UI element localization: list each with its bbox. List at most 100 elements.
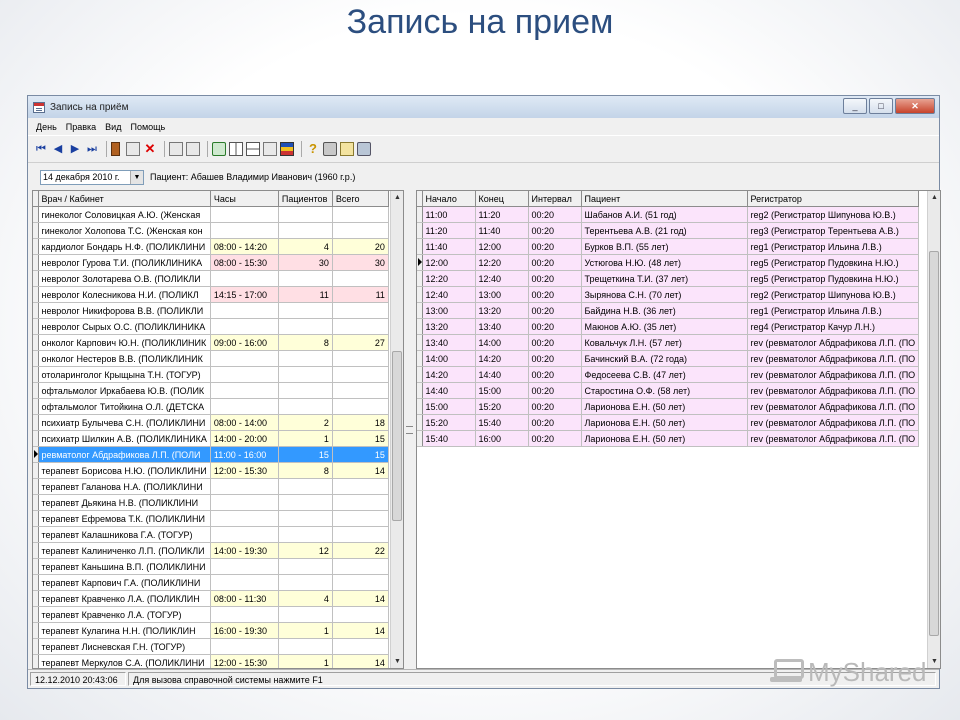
- doctor-row[interactable]: кардиолог Бондарь Н.Ф. (ПОЛИКЛИНИ 08:00 -…: [33, 238, 389, 255]
- preview-icon[interactable]: [340, 142, 354, 156]
- doctor-row[interactable]: отоларинголог Крыщына Т.Н. (ТОГУР): [33, 366, 389, 383]
- color-icon[interactable]: [280, 142, 294, 156]
- column-header-patient[interactable]: Пациент: [581, 191, 748, 207]
- column-header-interval[interactable]: Интервал: [528, 191, 582, 207]
- doctor-row[interactable]: терапевт Борисова Н.Ю. (ПОЛИКЛИНИ 12:00 -…: [33, 462, 389, 479]
- doctor-row[interactable]: онколог Нестеров В.В. (ПОЛИКЛИНИК: [33, 350, 389, 367]
- doctor-row[interactable]: офтальмолог Титойкина О.Л. (ДЕТСКА: [33, 398, 389, 415]
- doctor-row[interactable]: терапевт Калиниченко Л.П. (ПОЛИКЛИ 14:00 …: [33, 542, 389, 559]
- refresh-icon[interactable]: [212, 142, 226, 156]
- doctor-row[interactable]: терапевт Лисневская Г.Н. (ТОГУР): [33, 638, 389, 655]
- appointment-row[interactable]: 11:40 12:00 00:20 Бурков В.П. (55 лет) reg1 …: [417, 238, 920, 255]
- doctor-row[interactable]: терапевт Кулагина Н.Н. (ПОЛИКЛИН 16:00 - …: [33, 622, 389, 639]
- scroll-up-icon[interactable]: ▲: [391, 191, 403, 204]
- pane-splitter[interactable]: [404, 190, 416, 669]
- minimize-button[interactable]: _: [843, 98, 867, 114]
- doctor-total: [332, 302, 389, 319]
- appointment-row[interactable]: 14:40 15:00 00:20 Старостина О.Ф. (58 лет) r…: [417, 382, 920, 399]
- scroll-thumb[interactable]: [929, 251, 939, 636]
- appointment-row[interactable]: 13:20 13:40 00:20 Маюнов А.Ю. (35 лет) reg4 …: [417, 318, 920, 335]
- export-icon[interactable]: [263, 142, 277, 156]
- doctor-row[interactable]: терапевт Ефремова Т.К. (ПОЛИКЛИНИ: [33, 510, 389, 527]
- doctor-row[interactable]: невролог Гурова Т.И. (ПОЛИКЛИНИКА 08:00 -…: [33, 254, 389, 271]
- doctor-row[interactable]: гинеколог Холопова Т.С. (Женская кон: [33, 222, 389, 239]
- column-header-hours[interactable]: Часы: [210, 191, 279, 207]
- next-icon[interactable]: ▶: [68, 142, 82, 156]
- column-header-patients[interactable]: Пациентов: [278, 191, 333, 207]
- printer-icon[interactable]: [357, 142, 371, 156]
- row-indicator: [33, 382, 39, 399]
- doctor-row[interactable]: терапевт Каньшина В.П. (ПОЛИКЛИНИ: [33, 558, 389, 575]
- close-button[interactable]: ✕: [895, 98, 935, 114]
- date-dropdown[interactable]: 14 декабря 2010 г. ▼: [40, 169, 144, 185]
- doctor-row[interactable]: невролог Никифорова В.В. (ПОЛИКЛИ: [33, 302, 389, 319]
- appointment-interval: 00:20: [528, 414, 582, 431]
- appointment-row[interactable]: 11:00 11:20 00:20 Шабанов А.И. (51 год) reg2…: [417, 206, 920, 223]
- doctor-total: 30: [332, 254, 389, 271]
- doctor-row[interactable]: невролог Колесникова Н.И. (ПОЛИКЛ 14:15 -…: [33, 286, 389, 303]
- row-indicator: [33, 494, 39, 511]
- doctors-scrollbar[interactable]: ▲ ▼: [390, 191, 403, 668]
- doctor-row[interactable]: невролог Сырых О.С. (ПОЛИКЛИНИКА: [33, 318, 389, 335]
- doctor-patients: [278, 606, 333, 623]
- scroll-thumb[interactable]: [392, 351, 402, 521]
- doctor-row[interactable]: психиатр Булычева С.Н. (ПОЛИКЛИНИ 08:00 -…: [33, 414, 389, 431]
- scroll-up-icon[interactable]: ▲: [928, 191, 940, 204]
- appointment-row[interactable]: 14:00 14:20 00:20 Бачинский В.А. (72 года) r…: [417, 350, 920, 367]
- column-header-start[interactable]: Начало: [422, 191, 476, 207]
- print-icon[interactable]: [323, 142, 337, 156]
- menu-help[interactable]: Помощь: [130, 122, 165, 132]
- menu-day[interactable]: День: [36, 122, 57, 132]
- appointments-scrollbar[interactable]: ▲ ▼: [927, 191, 940, 668]
- last-icon[interactable]: ⏭: [85, 142, 99, 156]
- appointment-row[interactable]: 13:00 13:20 00:20 Байдина Н.В. (36 лет) reg1…: [417, 302, 920, 319]
- appointment-row[interactable]: 12:40 13:00 00:20 Зырянова С.Н. (70 лет) reg…: [417, 286, 920, 303]
- doctor-row[interactable]: терапевт Кравченко Л.А. (ТОГУР): [33, 606, 389, 623]
- chevron-down-icon[interactable]: ▼: [130, 170, 143, 184]
- title-bar[interactable]: Запись на приём _ □ ✕: [28, 96, 939, 118]
- edit-icon[interactable]: [126, 142, 140, 156]
- doctor-row[interactable]: терапевт Галанова Н.А. (ПОЛИКЛИНИ: [33, 478, 389, 495]
- menu-edit[interactable]: Правка: [66, 122, 96, 132]
- first-icon[interactable]: ⏮: [34, 142, 48, 156]
- doctor-patients: [278, 574, 333, 591]
- delete-icon[interactable]: ✕: [143, 142, 157, 156]
- doctor-row[interactable]: терапевт Дьякина Н.В. (ПОЛИКЛИНИ: [33, 494, 389, 511]
- doctor-row[interactable]: гинеколог Соловицкая А.Ю. (Женская: [33, 206, 389, 223]
- maximize-button[interactable]: □: [869, 98, 893, 114]
- appointment-row[interactable]: 15:20 15:40 00:20 Ларионова Е.Н. (50 лет) re…: [417, 414, 920, 431]
- column-header-registrar[interactable]: Регистратор: [747, 191, 920, 207]
- column-header-end[interactable]: Конец: [475, 191, 529, 207]
- appointment-row[interactable]: 14:20 14:40 00:20 Федосеева С.В. (47 лет) re…: [417, 366, 920, 383]
- splitter-grip-icon[interactable]: [406, 426, 413, 434]
- prev-icon[interactable]: ◀: [51, 142, 65, 156]
- rows-icon[interactable]: [246, 142, 260, 156]
- card-icon[interactable]: [169, 142, 183, 156]
- appointment-row[interactable]: 11:20 11:40 00:20 Терентьева А.В. (21 год) r…: [417, 222, 920, 239]
- scroll-down-icon[interactable]: ▼: [391, 655, 403, 668]
- appointment-row[interactable]: 12:20 12:40 00:20 Трещеткина Т.И. (37 лет) r…: [417, 270, 920, 287]
- doctor-row[interactable]: онколог Карпович Ю.Н. (ПОЛИКЛИНИК 09:00 -…: [33, 334, 389, 351]
- patient-label: Пациент: Абашев Владимир Иванович (1960 …: [150, 172, 356, 182]
- appointment-row[interactable]: 15:00 15:20 00:20 Ларионова Е.Н. (50 лет) re…: [417, 398, 920, 415]
- card2-icon[interactable]: [186, 142, 200, 156]
- doctor-name: офтальмолог Титойкина О.Л. (ДЕТСКА: [38, 398, 211, 415]
- doctor-row[interactable]: психиатр Шилкин А.В. (ПОЛИКЛИНИКА 14:00 -…: [33, 430, 389, 447]
- appointment-row[interactable]: 13:40 14:00 00:20 Ковальчук Л.Н. (57 лет) re…: [417, 334, 920, 351]
- menu-view[interactable]: Вид: [105, 122, 121, 132]
- appointment-row[interactable]: 15:40 16:00 00:20 Ларионова Е.Н. (50 лет) re…: [417, 430, 920, 447]
- scroll-down-icon[interactable]: ▼: [928, 655, 940, 668]
- doctor-row[interactable]: терапевт Кравченко Л.А. (ПОЛИКЛИН 08:00 -…: [33, 590, 389, 607]
- doctor-row[interactable]: терапевт Калашникова Г.А. (ТОГУР): [33, 526, 389, 543]
- doctor-row[interactable]: ревматолог Абдрафикова Л.П. (ПОЛИ 11:00 -…: [33, 446, 389, 463]
- column-header-doctor[interactable]: Врач / Кабинет: [38, 191, 211, 207]
- columns-icon[interactable]: [229, 142, 243, 156]
- column-header-total[interactable]: Всего: [332, 191, 389, 207]
- doctor-row[interactable]: невролог Золотарева О.В. (ПОЛИКЛИ: [33, 270, 389, 287]
- appointment-row[interactable]: 12:00 12:20 00:20 Устюгова Н.Ю. (48 лет) reg…: [417, 254, 920, 271]
- doctor-row[interactable]: офтальмолог Иркабаева Ю.В. (ПОЛИК: [33, 382, 389, 399]
- doctor-row[interactable]: терапевт Меркулов С.А. (ПОЛИКЛИНИ 12:00 -…: [33, 654, 389, 668]
- exit-door-icon[interactable]: [111, 142, 120, 156]
- doctor-row[interactable]: терапевт Карпович Г.А. (ПОЛИКЛИНИ: [33, 574, 389, 591]
- help-icon[interactable]: ?: [306, 142, 320, 156]
